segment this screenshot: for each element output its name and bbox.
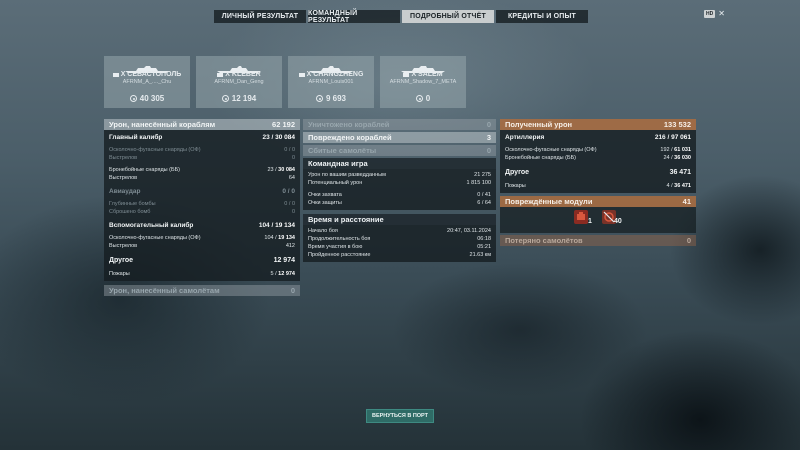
damage-dealt-column: Урон, нанесённый кораблям 62 192 Главный…	[104, 119, 300, 296]
team-play-stats: Урон по вашим разведданным 21 275 Потенци…	[303, 169, 496, 210]
flag-icon	[217, 72, 224, 77]
damage-received-breakdown: Артиллерия 216 / 97 061 Осколочно-фугасны…	[500, 130, 696, 193]
ship-name: X SALEM	[411, 71, 443, 78]
tab-personal-result[interactable]: ЛИЧНЫЙ РЕЗУЛЬТАТ	[214, 10, 306, 23]
damage-icon	[129, 95, 137, 102]
planes-lost-header: Потеряно самолётов 0	[500, 235, 696, 246]
window-controls: HD ✕	[704, 10, 725, 18]
ship-name: X KLÉBER	[225, 71, 261, 78]
damaged-modules-panel: 1 40	[500, 207, 696, 233]
planes-shot-down-header: Сбитые самолёты 0	[303, 145, 496, 156]
team-play-column: Уничтожено кораблей 0 Повреждено корабле…	[303, 119, 496, 262]
ships-damaged-header: Повреждено кораблей 3	[303, 132, 496, 143]
ship-damage-value: 12 194	[231, 94, 257, 103]
module-count: 1	[588, 218, 592, 225]
ship-name: X CHANGZHENG	[306, 71, 364, 78]
tab-team-result[interactable]: КОМАНДНЫЙ РЕЗУЛЬТАТ	[308, 10, 400, 24]
damage-icon	[221, 95, 229, 102]
player-name: AFRNM_Louis001	[308, 79, 354, 85]
player-name: AFRNM_Shadow_7_META	[389, 79, 457, 85]
ship-card[interactable]: X СЕВАСТОПОЛЬ AFRNM_A_...._Chu 40 305	[104, 56, 190, 108]
ship-damage-header: Урон, нанесённый кораблям 62 192	[104, 119, 300, 130]
plane-damage-header: Урон, нанесённый самолётам 0	[104, 285, 300, 296]
damage-icon	[315, 95, 323, 102]
flag-icon	[403, 72, 410, 77]
ship-damage-breakdown: Главный калибр 23 / 30 084 Осколочно-фуга…	[104, 130, 300, 281]
tab-detailed-report[interactable]: ПОДРОБНЫЙ ОТЧЁТ	[402, 10, 494, 23]
tab-credits-and-xp[interactable]: КРЕДИТЫ И ОПЫТ	[496, 10, 588, 23]
division-ships: X СЕВАСТОПОЛЬ AFRNM_A_...._Chu 40 305 X …	[104, 56, 466, 108]
ship-name: X СЕВАСТОПОЛЬ	[120, 71, 182, 78]
ship-card[interactable]: X CHANGZHENG AFRNM_Louis001 9 693	[288, 56, 374, 108]
ship-damage-value: 9 693	[325, 94, 347, 103]
result-tabs: ЛИЧНЫЙ РЕЗУЛЬТАТ КОМАНДНЫЙ РЕЗУЛЬТАТ ПОД…	[214, 10, 588, 24]
player-name: AFRNM_A_...._Chu	[122, 79, 172, 85]
time-distance-stats: Начало боя 20:47, 03.11.2024 Продолжитель…	[303, 225, 496, 262]
player-name: AFRNM_Dan_Geng	[214, 79, 264, 85]
team-play-title: Командная игра	[303, 158, 496, 169]
ship-card[interactable]: X KLÉBER AFRNM_Dan_Geng 12 194	[196, 56, 282, 108]
hd-toggle[interactable]: HD	[704, 10, 716, 18]
ship-damage-value: 40 305	[139, 94, 165, 103]
flag-icon	[112, 72, 119, 77]
ship-card[interactable]: X SALEM AFRNM_Shadow_7_META 0	[380, 56, 466, 108]
damaged-modules-header: Повреждённые модули 41	[500, 196, 696, 207]
return-to-port-button[interactable]: ВЕРНУТЬСЯ В ПОРТ	[366, 409, 434, 423]
flag-icon	[298, 72, 305, 77]
module-count: 40	[614, 218, 622, 225]
ships-destroyed-header: Уничтожено кораблей 0	[303, 119, 496, 130]
ship-damage-value: 0	[425, 94, 431, 103]
time-distance-title: Время и расстояние	[303, 214, 496, 225]
damage-received-header: Полученный урон 133 532	[500, 119, 696, 130]
close-icon[interactable]: ✕	[718, 10, 725, 18]
damage-received-column: Полученный урон 133 532 Артиллерия 216 / …	[500, 119, 696, 246]
engine-module-icon	[574, 210, 588, 224]
damage-icon	[415, 95, 423, 102]
